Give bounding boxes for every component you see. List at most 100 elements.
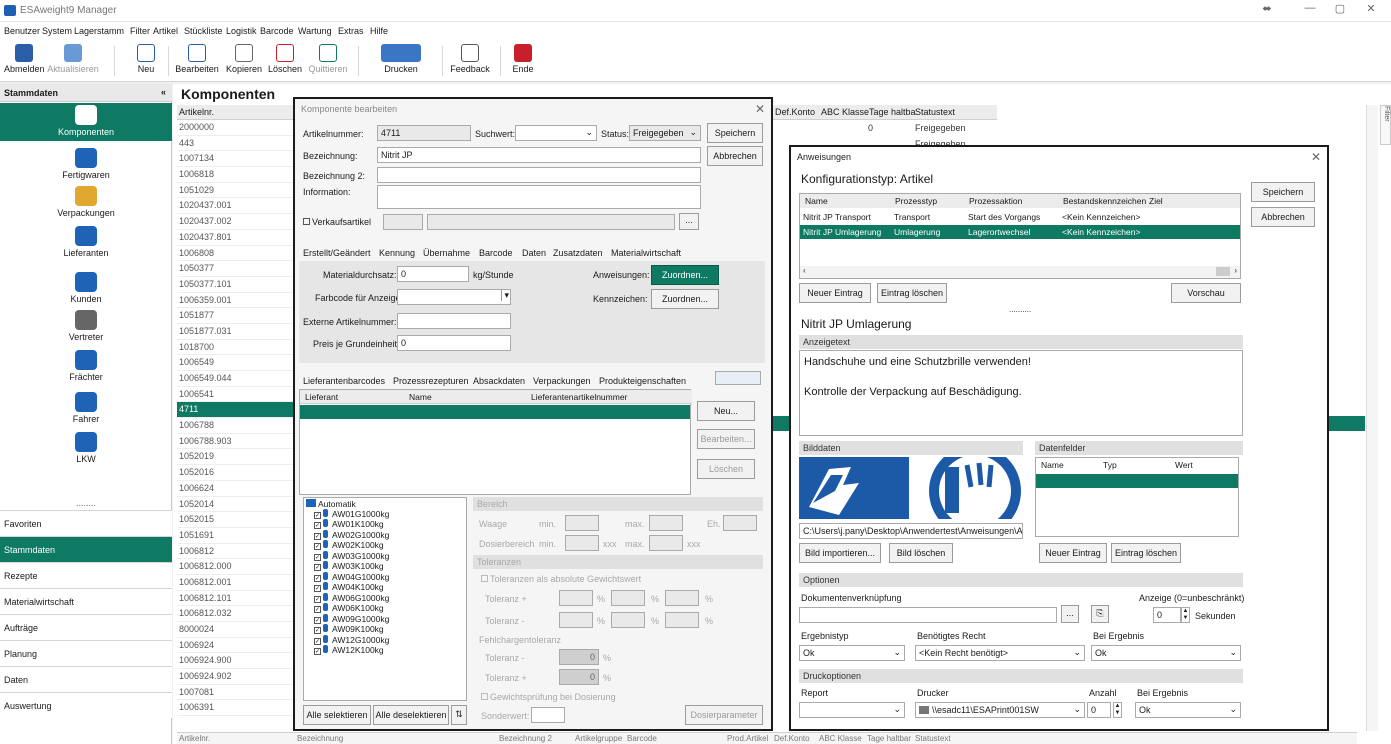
kopieren-button[interactable]: Kopieren (224, 42, 264, 80)
bei-ergebnis2-dropdown[interactable]: Ok ⌄ (1135, 702, 1241, 718)
maximize-button[interactable]: ▢ (1330, 2, 1350, 18)
table-row[interactable]: 8000024 (177, 622, 295, 638)
df-neuer-eintrag-button[interactable]: Neuer Eintrag (1039, 543, 1107, 563)
abbrechen-button[interactable]: Abbrechen (707, 146, 763, 166)
table-row[interactable]: 1006788.903 (177, 434, 295, 450)
table-row[interactable]: 1006812.101 (177, 591, 295, 607)
tree-root[interactable]: Automatik (304, 498, 466, 509)
bezeichnung-field[interactable]: Nitrit JP (377, 147, 701, 163)
toleranz-absolut-checkbox[interactable]: Toleranzen als absolute Gewichtswert (481, 574, 641, 584)
sidebar-item-vertreter[interactable]: Vertreter (0, 310, 172, 344)
tree-item[interactable]: ✓ AW09K100kg (304, 624, 466, 635)
eintrag-loeschen-button[interactable]: Eintrag löschen (877, 283, 947, 303)
tab-absackdaten[interactable]: Absackdaten (473, 376, 525, 386)
link-icon[interactable]: ⎘ (1091, 605, 1109, 623)
column-header-typ[interactable]: Typ (1100, 458, 1120, 472)
sidebar-item-lieferanten[interactable]: Lieferanten (0, 226, 172, 262)
anzahl-stepper[interactable]: ▲ ▼ (1113, 702, 1122, 718)
tree-item[interactable]: ✓ AW06K100kg (304, 603, 466, 614)
section-favoriten[interactable]: Favoriten (0, 510, 172, 536)
menu-filter[interactable]: Filter (130, 26, 150, 36)
close-icon[interactable]: ✕ (1311, 150, 1321, 164)
speichern-button[interactable]: Speichern (1251, 182, 1315, 202)
sidebar-item-lkw[interactable]: LKW (0, 432, 172, 468)
table-row[interactable]: 1052014 (177, 497, 295, 513)
tree-item[interactable]: ✓ AW12G1000kg (304, 634, 466, 646)
dokument-field[interactable] (799, 607, 1057, 623)
bearbeiten-button[interactable]: Bearbeiten... (697, 429, 755, 449)
sidebar-item-fraechter[interactable]: Frächter (0, 350, 172, 386)
column-header-artikelnr[interactable]: Artikelnr. (177, 105, 295, 120)
tab-zusatzdaten[interactable]: Zusatzdaten (553, 248, 603, 258)
tree-item[interactable]: ✓ AW06G1000kg (304, 592, 466, 604)
status-dropdown[interactable]: Freigegeben ⌄ (629, 125, 701, 141)
sidebar-more[interactable]: ........ (0, 498, 172, 508)
column-header-status[interactable]: Statustext (915, 107, 955, 117)
tab-barcode[interactable]: Barcode (479, 248, 513, 258)
table-row[interactable]: 1007081 (177, 685, 295, 701)
drucken-button[interactable]: Drucken (366, 42, 436, 80)
anweisungen-zuordnen-button[interactable]: Zuordnen... (651, 265, 719, 285)
materialdurchsatz-field[interactable]: 0 (397, 266, 469, 282)
close-icon[interactable]: ✕ (755, 102, 765, 116)
tab-materialwirtschaft[interactable]: Materialwirtschaft (611, 248, 681, 258)
section-auswertung[interactable]: Auswertung (0, 692, 172, 718)
filter-side-tab[interactable]: Filter (1380, 105, 1391, 145)
table-row[interactable]: 1006624 (177, 481, 295, 497)
table-row[interactable]: Nitrit JP Transport Transport Start des … (800, 210, 1240, 224)
menu-lagerstamm[interactable]: Lagerstamm (74, 26, 124, 36)
tree-item[interactable]: ✓ AW01G1000kg (304, 508, 466, 520)
menu-benutzer[interactable]: Benutzer (4, 26, 40, 36)
speichern-button[interactable]: Speichern (707, 123, 763, 143)
vorschau-button[interactable]: Vorschau (1171, 283, 1241, 303)
report-dropdown[interactable]: ⌄ (799, 702, 905, 718)
tree-item[interactable]: ✓ AW09G1000kg (304, 613, 466, 625)
nav-arrows-icon[interactable] (715, 371, 761, 385)
menu-wartung[interactable]: Wartung (298, 26, 332, 36)
minimize-button[interactable]: — (1300, 2, 1320, 18)
close-button[interactable]: ✕ (1361, 2, 1381, 18)
section-rezepte[interactable]: Rezepte (0, 562, 172, 588)
menu-barcode[interactable]: Barcode (260, 26, 294, 36)
table-row[interactable] (300, 405, 690, 419)
column-header-abc[interactable]: ABC Klasse (821, 107, 869, 117)
tab-prozessrezepturen[interactable]: Prozessrezepturen (393, 376, 469, 386)
tab-erstellt[interactable]: Erstellt/Geändert (303, 248, 371, 258)
table-row[interactable]: 2000000 (177, 120, 295, 136)
tree-item[interactable]: ✓ AW04K100kg (304, 582, 466, 593)
anzeige-stepper[interactable]: ▲ ▼ (1181, 607, 1190, 623)
table-row[interactable]: 1006812.032 (177, 606, 295, 622)
main-scrollbar[interactable] (1366, 105, 1378, 731)
neuer-eintrag-button[interactable]: Neuer Eintrag (799, 283, 871, 303)
recht-dropdown[interactable]: <Kein Recht benötigt> ⌄ (915, 645, 1085, 661)
tab-verpackungen[interactable]: Verpackungen (533, 376, 591, 386)
dosierparameter-button[interactable]: Dosierparameter (685, 705, 763, 725)
section-materialwirtschaft[interactable]: Materialwirtschaft (0, 588, 172, 614)
lookup-button[interactable]: ... (679, 213, 699, 230)
table-row[interactable]: 1006359.001 (177, 293, 295, 309)
section-auftraege[interactable]: Aufträge (0, 614, 172, 640)
sidebar-item-kunden[interactable]: Kunden (0, 272, 172, 306)
alle-selektieren-button[interactable]: Alle selektieren (303, 705, 371, 725)
column-header-tage[interactable]: Tage haltba (869, 107, 916, 117)
bei-ergebnis-dropdown[interactable]: Ok ⌄ (1091, 645, 1241, 661)
table-row[interactable]: 1006549.044 (177, 371, 295, 387)
ergebnistyp-dropdown[interactable]: Ok ⌄ (799, 645, 905, 661)
menu-stueckliste[interactable]: Stückliste (184, 26, 223, 36)
column-header-ziel[interactable]: Ziel (1146, 194, 1166, 208)
anzeigetext-area[interactable]: Handschuhe und eine Schutzbrille verwend… (799, 350, 1243, 436)
abmelden-button[interactable]: Abmelden (4, 42, 45, 80)
information-field[interactable] (377, 185, 701, 209)
tab-kennung[interactable]: Kennung (379, 248, 415, 258)
table-row[interactable]: 1006812.001 (177, 575, 295, 591)
tab-daten[interactable]: Daten (522, 248, 546, 258)
table-row[interactable]: 1051691 (177, 528, 295, 544)
restore-icon[interactable]: ⬌ (1257, 2, 1277, 18)
sidebar-item-verpackungen[interactable]: Verpackungen (0, 186, 172, 224)
table-row[interactable]: 1051029 (177, 183, 295, 199)
sidebar-item-fahrer[interactable]: Fahrer (0, 392, 172, 428)
table-row[interactable]: 4711 (177, 402, 295, 419)
table-row[interactable]: 1020437.801 (177, 230, 295, 246)
table-row[interactable]: Nitrit JP Umlagerung Umlagerung Lagerort… (800, 225, 1240, 239)
table-row[interactable]: 1051877.031 (177, 324, 295, 340)
